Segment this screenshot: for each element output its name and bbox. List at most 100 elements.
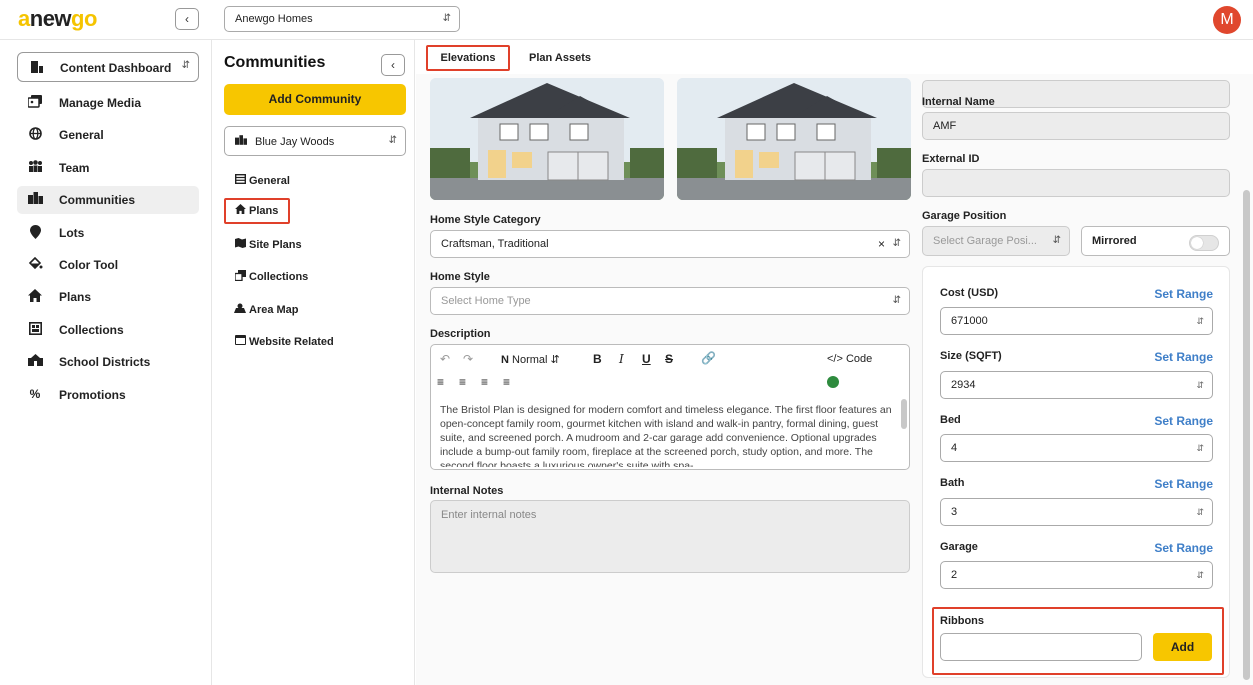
underline-icon[interactable]: U [642, 352, 651, 366]
spinner-icon[interactable]: ⇵ [1196, 372, 1204, 398]
align-left-icon[interactable]: ≡ [437, 375, 444, 389]
sidebar-item-collections[interactable]: Collections [17, 316, 199, 344]
page-scrollbar[interactable] [1243, 190, 1250, 680]
community-select[interactable]: Blue Jay Woods ⇵ [224, 126, 406, 156]
sidebar-item-label: Communities [59, 193, 136, 207]
align-right-icon[interactable]: ≡ [481, 375, 488, 389]
strikethrough-icon[interactable]: S [665, 352, 673, 366]
home-style-select[interactable]: Select Home Type ⇵ [430, 287, 910, 315]
pin-icon [27, 225, 43, 242]
internal-name-input[interactable]: AMF [922, 112, 1230, 140]
bath-value: 3 [951, 506, 958, 518]
builder-select[interactable]: Anewgo Homes ⇵ [224, 6, 460, 32]
sidebar-item-label: Manage Media [59, 96, 142, 110]
logo-part-1: a [18, 6, 30, 31]
logo-part-2: new [29, 6, 72, 31]
community-tab-general[interactable]: General [224, 168, 344, 194]
mirrored-toggle-field[interactable]: Mirrored [1081, 226, 1230, 256]
internal-notes-placeholder: Enter internal notes [441, 509, 537, 521]
sidebar-item-promotions[interactable]: % Promotions [17, 381, 199, 409]
description-text[interactable]: The Bristol Plan is designed for modern … [440, 403, 896, 467]
add-ribbon-button[interactable]: Add [1153, 633, 1212, 661]
link-icon[interactable]: 🔗 [701, 351, 716, 365]
internal-name-label: Internal Name [922, 96, 995, 108]
garage-input[interactable]: 2 ⇵ [940, 561, 1213, 589]
bold-icon[interactable]: B [593, 352, 602, 366]
size-label: Size (SQFT) [940, 350, 1002, 362]
communities-panel: Communities ‹ Add Community Blue Jay Woo… [213, 40, 415, 685]
bath-set-range-link[interactable]: Set Range [1154, 477, 1213, 491]
anewgo-logo[interactable]: anewgo [18, 6, 97, 32]
redo-icon[interactable]: ↷ [463, 352, 473, 366]
external-id-input[interactable] [922, 169, 1230, 197]
mirrored-toggle[interactable] [1189, 235, 1219, 251]
align-center-icon[interactable]: ≡ [459, 375, 466, 389]
sidebar-item-plans[interactable]: Plans [17, 283, 199, 311]
cost-set-range-link[interactable]: Set Range [1154, 287, 1213, 301]
sidebar-item-color-tool[interactable]: Color Tool [17, 251, 199, 279]
content-dashboard-select[interactable]: Content Dashboard ⇵ [17, 52, 199, 82]
editor-scrollbar[interactable] [901, 399, 907, 429]
home-style-label: Home Style [430, 271, 490, 283]
user-avatar[interactable]: M [1213, 6, 1241, 34]
dashboard-label: Content Dashboard [60, 61, 172, 75]
builder-select-value: Anewgo Homes [235, 13, 313, 25]
sidebar-item-label: Collections [59, 323, 124, 337]
garage-set-range-link[interactable]: Set Range [1154, 541, 1213, 555]
sidebar-item-team[interactable]: Team [17, 154, 199, 182]
select-arrows-icon: ⇵ [892, 295, 901, 306]
garage-label: Garage [940, 541, 978, 553]
sidebar-item-communities[interactable]: Communities [17, 186, 199, 214]
undo-icon[interactable]: ↶ [440, 352, 450, 366]
community-tab-website-related[interactable]: Website Related [224, 329, 344, 355]
elevation-image[interactable] [677, 78, 911, 200]
home-style-category-label: Home Style Category [430, 214, 541, 226]
community-tab-plans[interactable]: Plans [224, 198, 290, 224]
align-justify-icon[interactable]: ≡ [503, 375, 510, 389]
description-editor[interactable]: ↶ ↷ N Normal ⇵ B I U S 🔗 </> Code ≡ ≡ ≡ … [430, 344, 910, 470]
paint-bucket-icon [27, 256, 43, 273]
sidebar-item-label: Lots [59, 226, 85, 240]
media-icon [27, 95, 43, 111]
collapse-communities-button[interactable]: ‹ [381, 54, 405, 76]
code-button[interactable]: </> Code [827, 353, 872, 365]
size-set-range-link[interactable]: Set Range [1154, 350, 1213, 364]
elevation-image[interactable] [430, 78, 664, 200]
collapse-sidebar-button[interactable]: ‹ [175, 8, 199, 30]
text-style-select[interactable]: N Normal ⇵ [501, 353, 560, 366]
globe-icon [27, 127, 43, 143]
sidebar-item-lots[interactable]: Lots [17, 219, 199, 247]
home-icon [234, 204, 246, 217]
internal-notes-textarea[interactable]: Enter internal notes [430, 500, 910, 573]
community-tab-collections[interactable]: Collections [224, 264, 344, 290]
cost-input[interactable]: 671000 ⇵ [940, 307, 1213, 335]
sidebar-item-manage-media[interactable]: Manage Media [17, 89, 199, 117]
community-tab-site-plans[interactable]: Site Plans [224, 232, 344, 258]
add-community-button[interactable]: Add Community [224, 84, 406, 115]
spinner-icon[interactable]: ⇵ [1196, 562, 1204, 588]
italic-icon[interactable]: I [619, 352, 624, 366]
clear-icon[interactable]: × [878, 231, 885, 257]
plan-tabs: Elevations Plan Assets [416, 40, 1253, 74]
school-icon [27, 354, 43, 369]
garage-position-placeholder: Select Garage Posi... [933, 235, 1037, 247]
garage-position-select[interactable]: Select Garage Posi... ⇵ [922, 226, 1070, 256]
size-input[interactable]: 2934 ⇵ [940, 371, 1213, 399]
ribbon-input[interactable] [940, 633, 1142, 661]
bed-set-range-link[interactable]: Set Range [1154, 414, 1213, 428]
sidebar-item-general[interactable]: General [17, 121, 199, 149]
bed-input[interactable]: 4 ⇵ [940, 434, 1213, 462]
community-select-value: Blue Jay Woods [255, 136, 335, 148]
top-bar: anewgo ‹ Anewgo Homes ⇵ M [0, 0, 1253, 40]
bath-label: Bath [940, 477, 965, 489]
spinner-icon[interactable]: ⇵ [1196, 308, 1204, 334]
home-style-category-select[interactable]: Craftsman, Traditional × ⇵ [430, 230, 910, 258]
tab-plan-assets[interactable]: Plan Assets [520, 45, 600, 71]
sidebar-item-school-districts[interactable]: School Districts [17, 348, 199, 376]
collections-icon [233, 270, 246, 284]
bath-input[interactable]: 3 ⇵ [940, 498, 1213, 526]
spinner-icon[interactable]: ⇵ [1196, 499, 1204, 525]
tab-elevations[interactable]: Elevations [426, 45, 510, 71]
community-tab-area-map[interactable]: Area Map [224, 297, 344, 323]
spinner-icon[interactable]: ⇵ [1196, 435, 1204, 461]
